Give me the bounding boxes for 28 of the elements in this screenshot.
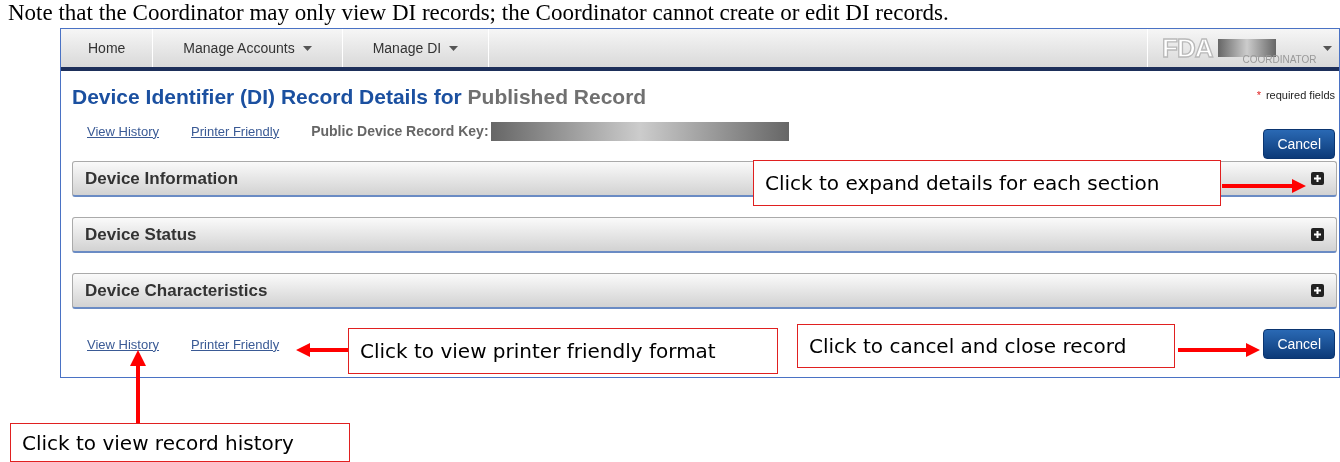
user-role: COORDINATOR bbox=[1242, 54, 1317, 65]
caret-icon bbox=[302, 45, 312, 51]
expand-icon[interactable] bbox=[1311, 172, 1324, 185]
nav-item[interactable]: Manage Accounts bbox=[153, 29, 343, 67]
expand-icon[interactable] bbox=[1311, 284, 1324, 297]
redacted-bar bbox=[1218, 39, 1277, 57]
field-label: Public Device Record Key: bbox=[311, 123, 489, 139]
document-text: Note that the Coordinator may only view DI records; the Coordinator cannot create or edit DI records. bbox=[7, 0, 950, 27]
cancel-button[interactable]: Cancel bbox=[1263, 329, 1335, 359]
callout: Click to view printer friendly format bbox=[348, 328, 778, 374]
caret-icon[interactable] bbox=[1322, 45, 1332, 51]
section-header[interactable]: Device Characteristics bbox=[72, 273, 1337, 309]
callout: Click to cancel and close record bbox=[797, 324, 1175, 368]
callout: Click to view record history bbox=[10, 423, 350, 462]
caret-icon bbox=[449, 45, 459, 51]
link[interactable]: Printer Friendly bbox=[191, 336, 280, 352]
link[interactable]: Printer Friendly bbox=[191, 123, 280, 139]
expand-icon[interactable] bbox=[1311, 228, 1324, 241]
link[interactable]: View History bbox=[87, 336, 159, 352]
page-title: Device Identifier (DI) Record Details for Published Record bbox=[72, 85, 647, 109]
arrow bbox=[296, 343, 348, 357]
required-note: * required fields bbox=[1256, 88, 1336, 103]
callout-tooltip: Click to expand details for each section bbox=[753, 160, 1221, 206]
link[interactable]: View History bbox=[87, 123, 159, 139]
section-header[interactable]: Device Status bbox=[72, 217, 1337, 253]
nav-item[interactable]: Manage DI bbox=[342, 29, 490, 67]
nav-item[interactable]: Home bbox=[61, 29, 154, 67]
cancel-button[interactable]: Cancel bbox=[1263, 129, 1335, 159]
